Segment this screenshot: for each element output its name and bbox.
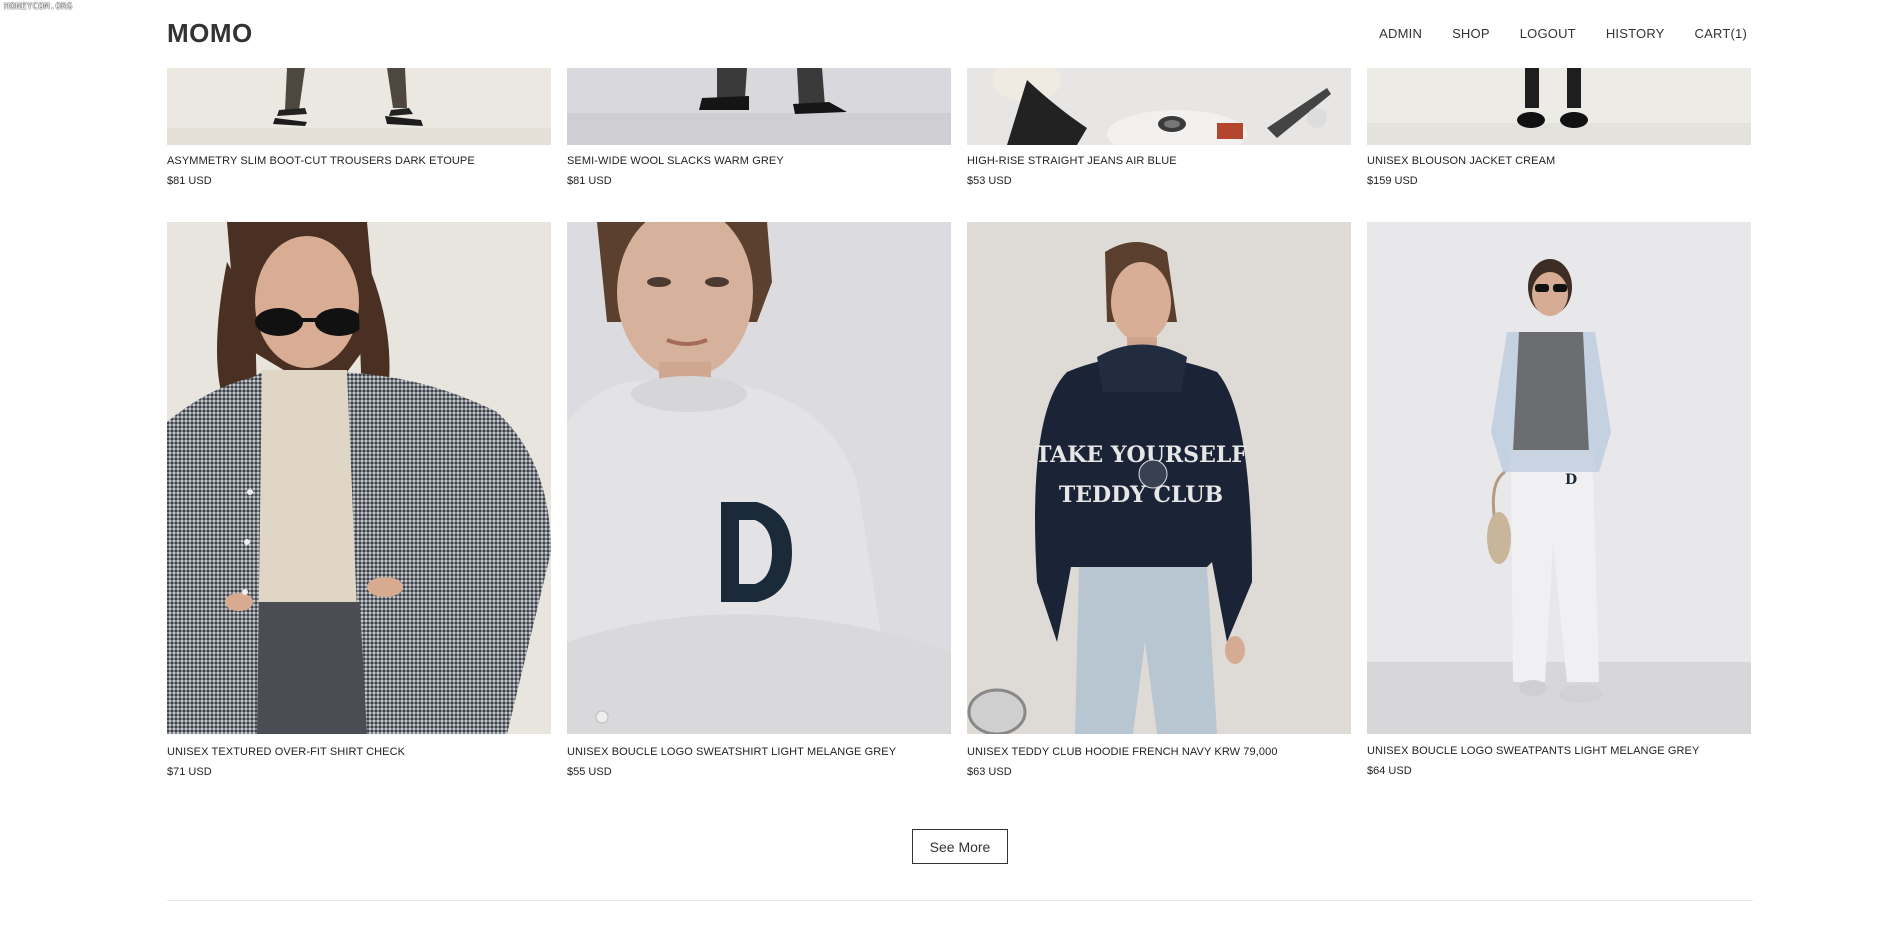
svg-text:TEDDY CLUB: TEDDY CLUB [1059, 482, 1223, 508]
product-title[interactable]: UNISEX BOUCLE LOGO SWEATSHIRT LIGHT MELA… [567, 746, 896, 758]
main-nav: ADMIN SHOP LOGOUT HISTORY CART(1) [1379, 26, 1747, 41]
product-photo-trousers [167, 68, 551, 145]
product-photo-shirt-check [167, 222, 551, 734]
product-price: $64 USD [1367, 765, 1412, 777]
nav-cart[interactable]: CART(1) [1695, 26, 1747, 41]
product-price: $71 USD [167, 766, 212, 778]
product-photo-jacket [1367, 68, 1751, 145]
product-image[interactable] [567, 222, 951, 734]
product-image[interactable] [167, 222, 551, 734]
product-image[interactable] [967, 68, 1351, 145]
product-price: $159 USD [1367, 175, 1418, 187]
svg-text:D: D [1565, 472, 1577, 488]
product-price: $63 USD [967, 766, 1012, 778]
product-price: $55 USD [567, 766, 612, 778]
product-title[interactable]: UNISEX TEDDY CLUB HOODIE FRENCH NAVY KRW… [967, 746, 1278, 758]
watermark: HONEYCOM.ORG [4, 2, 73, 12]
product-price: $53 USD [967, 175, 1012, 187]
product-title[interactable]: ASYMMETRY SLIM BOOT-CUT TROUSERS DARK ET… [167, 155, 475, 167]
product-image[interactable]: D [1367, 222, 1751, 734]
product-title[interactable]: UNISEX BOUCLE LOGO SWEATPANTS LIGHT MELA… [1367, 745, 1699, 757]
see-more-button[interactable]: See More [912, 829, 1008, 864]
product-photo-jeans [967, 68, 1351, 145]
product-photo-sweatshirt [567, 222, 951, 734]
product-title[interactable]: HIGH-RISE STRAIGHT JEANS AIR BLUE [967, 155, 1177, 167]
product-price: $81 USD [567, 175, 612, 187]
product-photo-sweatpants: D [1367, 222, 1751, 734]
product-image[interactable] [567, 68, 951, 145]
nav-history[interactable]: HISTORY [1606, 26, 1665, 41]
product-image[interactable] [167, 68, 551, 145]
product-photo-hoodie: TAKE YOURSELF TEDDY CLUB [967, 222, 1351, 734]
product-title[interactable]: UNISEX TEXTURED OVER-FIT SHIRT CHECK [167, 746, 405, 758]
nav-logout[interactable]: LOGOUT [1520, 26, 1576, 41]
product-image[interactable] [1367, 68, 1751, 145]
product-image[interactable]: TAKE YOURSELF TEDDY CLUB [967, 222, 1351, 734]
product-photo-slacks [567, 68, 951, 145]
product-title[interactable]: SEMI-WIDE WOOL SLACKS WARM GREY [567, 155, 784, 167]
footer-divider [167, 900, 1753, 901]
product-price: $81 USD [167, 175, 212, 187]
svg-text:TAKE YOURSELF: TAKE YOURSELF [1035, 442, 1247, 468]
site-header: MOMO ADMIN SHOP LOGOUT HISTORY CART(1) [0, 0, 1900, 68]
product-title[interactable]: UNISEX BLOUSON JACKET CREAM [1367, 155, 1555, 167]
nav-admin[interactable]: ADMIN [1379, 26, 1422, 41]
site-logo[interactable]: MOMO [167, 18, 253, 49]
nav-shop[interactable]: SHOP [1452, 26, 1490, 41]
